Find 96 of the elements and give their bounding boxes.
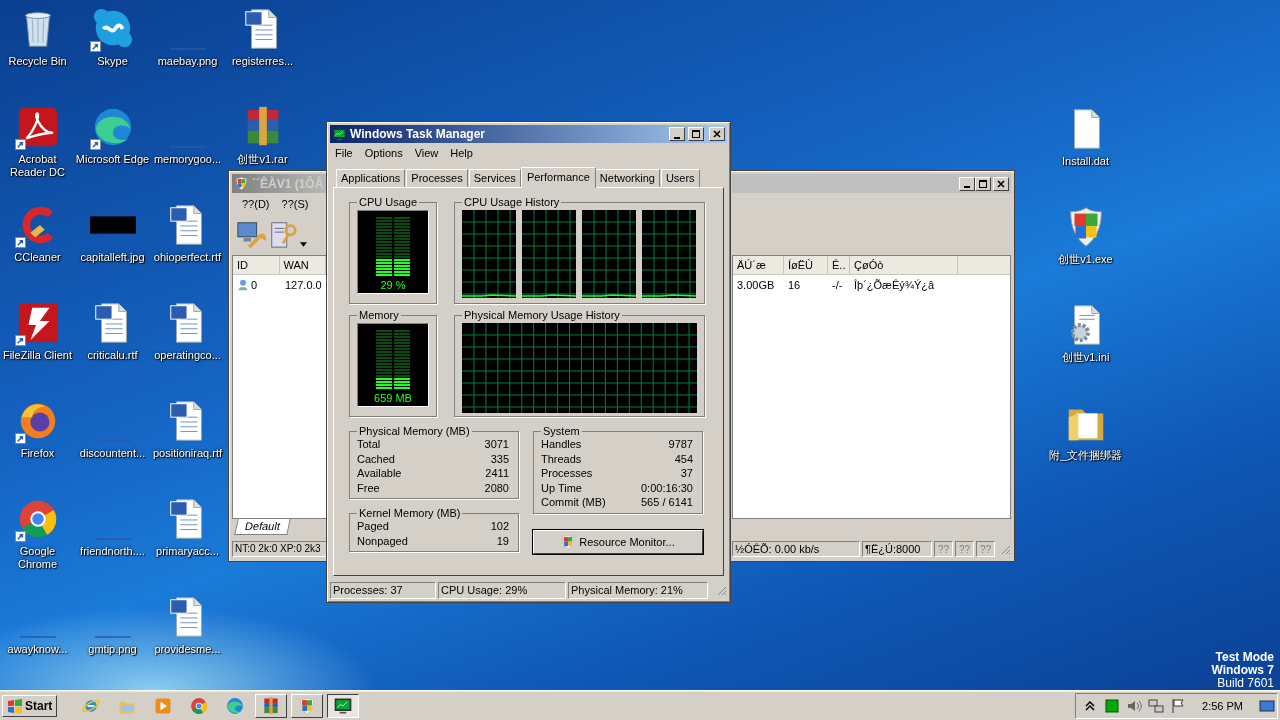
stat-value: 0:00:16:30 xyxy=(641,480,693,495)
group-title: CPU Usage xyxy=(358,196,419,208)
stat-label: Available xyxy=(357,466,402,481)
status-pane: Processes: 37 xyxy=(330,581,436,599)
flag-icon[interactable] xyxy=(1170,697,1187,714)
minimize-button[interactable] xyxy=(669,127,685,141)
stat-label: Total xyxy=(357,437,381,452)
maximize-button[interactable] xyxy=(688,127,704,141)
stat-value: 335 xyxy=(490,451,509,466)
stat-value: 37 xyxy=(680,466,693,481)
status-pane: ¶Ë¿Ú:8000 xyxy=(862,541,932,557)
menu-item[interactable]: View xyxy=(410,147,443,159)
status-pane: Physical Memory: 21% xyxy=(568,581,708,599)
caret-icon[interactable] xyxy=(300,242,307,247)
computer-wrench-icon[interactable] xyxy=(236,219,266,249)
meter-reading: 659 MB xyxy=(374,392,412,404)
tab[interactable]: Performance xyxy=(520,167,596,188)
system-notice: Build 7601 xyxy=(1217,677,1274,690)
tab[interactable]: Users xyxy=(660,169,700,187)
browser-icon xyxy=(189,695,210,716)
close-button[interactable] xyxy=(709,127,725,141)
column-header[interactable]: Ê.. xyxy=(828,256,850,274)
close-icon xyxy=(996,178,1006,189)
column-header[interactable]: ID xyxy=(233,256,280,274)
group-title: Physical Memory Usage History xyxy=(463,309,621,321)
monitor-icon xyxy=(332,126,347,142)
menu-item[interactable]: ??(S) xyxy=(277,198,313,210)
group-title: Kernel Memory (MB) xyxy=(358,507,462,519)
menu-item[interactable]: File xyxy=(331,147,357,159)
network-icon[interactable] xyxy=(1148,697,1165,714)
group-title: Memory xyxy=(358,309,400,321)
shield-icon xyxy=(561,534,576,549)
menu-item[interactable]: Options xyxy=(360,147,407,159)
tab[interactable]: Default xyxy=(234,519,291,535)
group-title: System xyxy=(542,425,581,437)
minimize-button[interactable] xyxy=(959,176,975,191)
stat-label: Threads xyxy=(541,451,582,466)
group-title: CPU Usage History xyxy=(463,196,561,208)
tab[interactable]: Processes xyxy=(406,169,468,187)
stat-value: 565 / 6141 xyxy=(641,495,693,510)
table-cell-text: 127.0.0 xyxy=(284,279,322,291)
system-notice: Test Mode xyxy=(1215,651,1274,664)
resize-grip-icon xyxy=(715,584,727,596)
minimize-icon xyxy=(674,136,680,139)
stat-label: Processes xyxy=(541,466,593,481)
shield-icon xyxy=(234,176,249,191)
windows-flag-icon xyxy=(7,697,23,714)
start-button[interactable]: Start xyxy=(2,694,58,717)
system-notice: Windows 7 xyxy=(1211,664,1274,677)
user-icon xyxy=(237,278,249,292)
status-pane: CPU Usage: 29% xyxy=(438,581,566,599)
maximize-icon xyxy=(978,178,988,189)
stat-label: Handles xyxy=(541,437,582,452)
tab[interactable]: Services xyxy=(468,169,521,187)
clock[interactable]: 2:56 PM xyxy=(1202,699,1243,712)
stat-label: Up Time xyxy=(541,480,582,495)
menu-item[interactable]: Help xyxy=(446,147,477,159)
stat-value: 19 xyxy=(496,533,509,548)
table-cell-text: 16 xyxy=(787,279,802,291)
table-cell-text: 3.00GB xyxy=(736,279,776,291)
close-icon xyxy=(712,129,722,139)
stat-value: 3071 xyxy=(484,437,509,452)
table-cell-text: -/- xyxy=(831,279,844,291)
tab[interactable]: Applications xyxy=(336,169,406,187)
taskbar-button[interactable] xyxy=(327,693,360,718)
status-pane: ½ÓÊÕ: 0.00 kb/s xyxy=(732,541,860,557)
close-button[interactable] xyxy=(993,176,1009,191)
stat-label: Free xyxy=(357,480,380,495)
stat-label: Nonpaged xyxy=(357,533,408,548)
stat-value: 9787 xyxy=(668,437,693,452)
table-cell: 0 xyxy=(251,279,258,291)
show-desktop-icon[interactable] xyxy=(1259,697,1275,714)
table-cell-text: Îþ´¿ÕæÊý¾Ý¿â xyxy=(853,279,936,291)
stat-value: 102 xyxy=(490,519,509,534)
resource-monitor-button[interactable]: Resource Monitor... xyxy=(533,529,703,554)
column-header[interactable]: ÇøÓò xyxy=(850,256,958,274)
stat-value: 2411 xyxy=(485,466,509,481)
meter-reading: 29 % xyxy=(380,279,406,291)
tab[interactable]: Networking xyxy=(594,169,660,187)
stat-label: Commit (MB) xyxy=(541,495,606,510)
status-pane: NT:0 2k:0 XP:0 2k3 xyxy=(232,541,327,557)
window-title: Windows Task Manager xyxy=(350,127,486,141)
stat-label: Paged xyxy=(357,519,389,534)
browser-icon xyxy=(225,695,246,716)
menu-item[interactable]: ??(D) xyxy=(238,198,274,210)
column-header[interactable]: ÍøËÙ xyxy=(784,256,828,274)
maximize-button[interactable] xyxy=(975,176,991,191)
status-square-icon[interactable] xyxy=(1104,697,1121,714)
column-header[interactable]: ÄÚ´æ xyxy=(733,256,784,274)
stat-value: 454 xyxy=(674,451,693,466)
resize-grip-icon xyxy=(999,543,1011,555)
group-title: Physical Memory (MB) xyxy=(358,425,471,437)
stat-label: Cached xyxy=(357,451,395,466)
minimize-icon xyxy=(964,186,970,188)
stat-value: 2080 xyxy=(484,480,509,495)
maximize-icon xyxy=(691,129,701,139)
